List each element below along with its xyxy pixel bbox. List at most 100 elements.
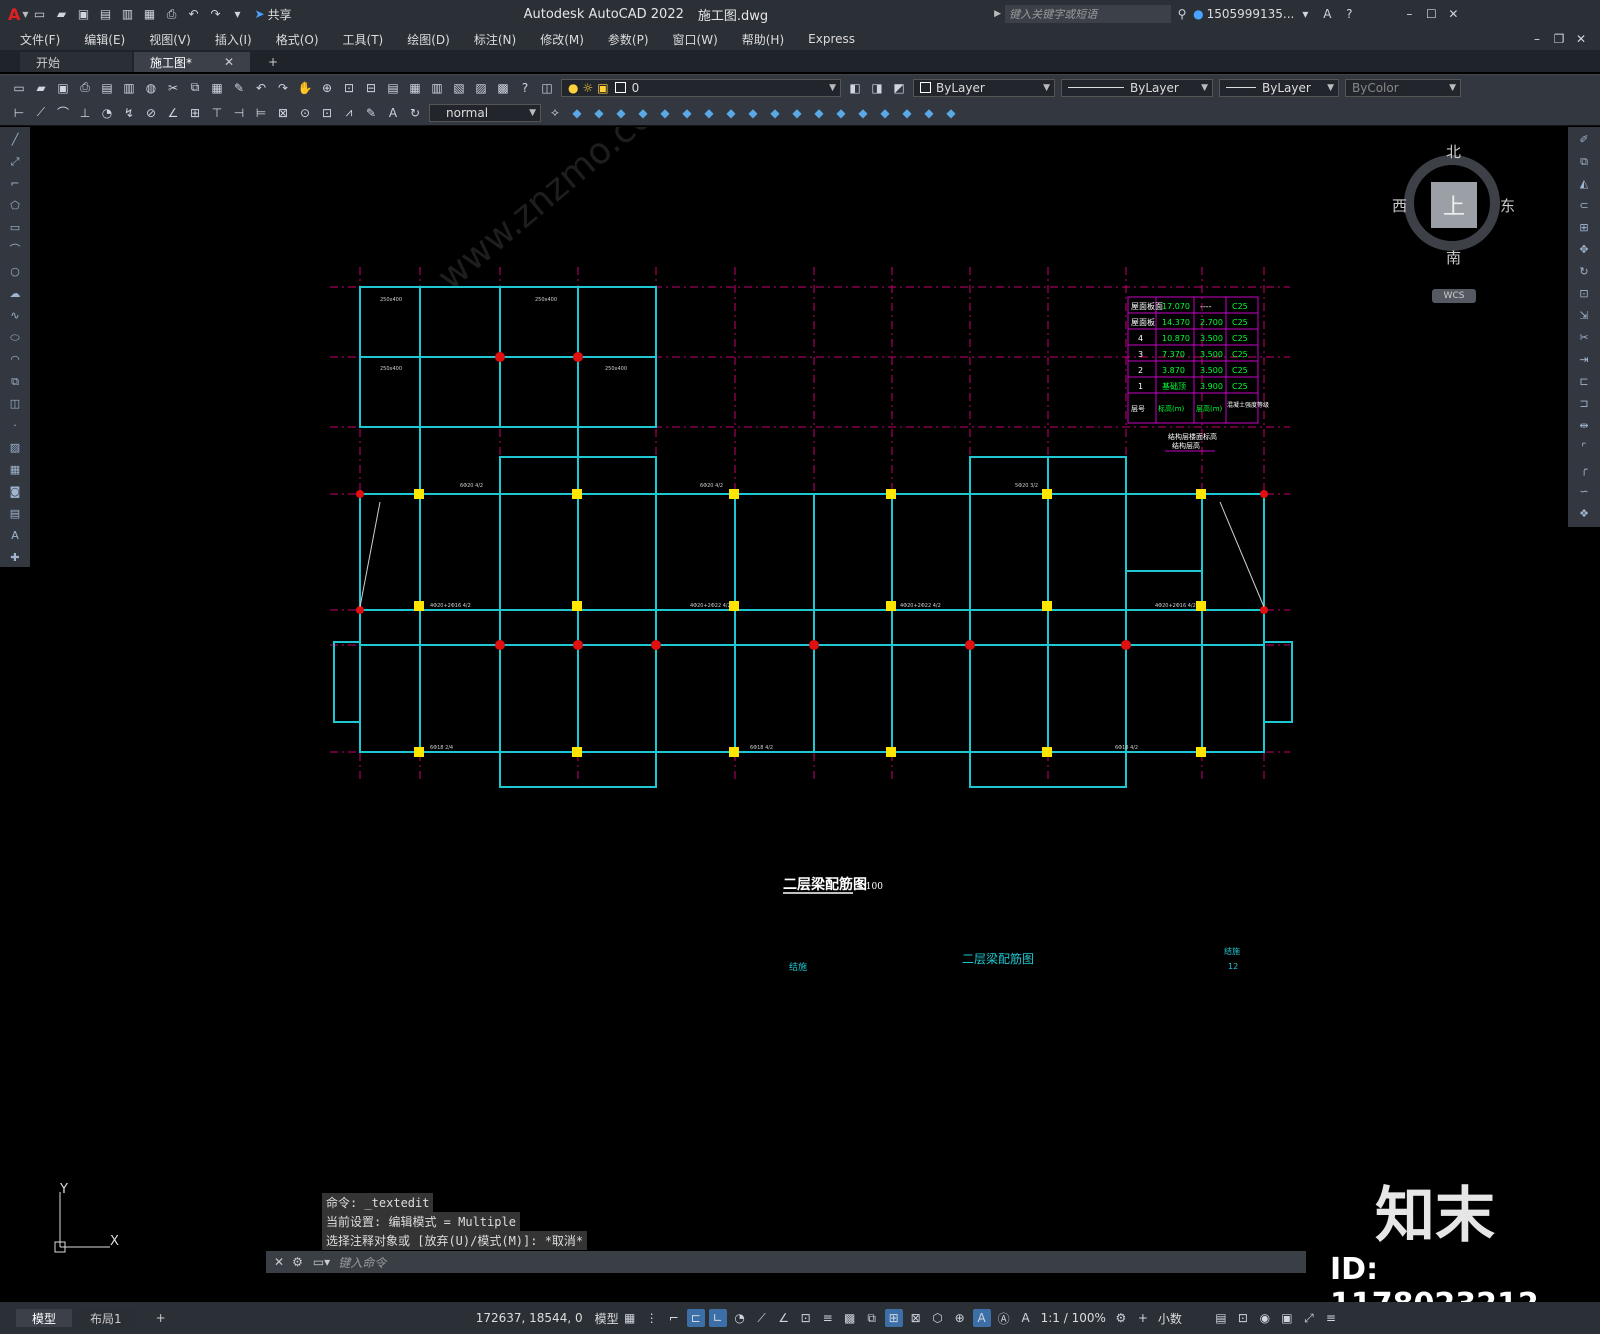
gradient-icon[interactable]: ▦: [6, 461, 24, 479]
model-space-viewport[interactable]: 250x400 250x400 250x400 250x400 6Φ20 4/2…: [30, 127, 1568, 1302]
view-3d-icon-7[interactable]: ◆: [700, 104, 718, 122]
transparency-icon[interactable]: ▩: [841, 1309, 859, 1327]
view-3d-icon-15[interactable]: ◆: [876, 104, 894, 122]
ortho-icon[interactable]: ∟: [708, 1309, 727, 1327]
view-3d-icon-5[interactable]: ◆: [656, 104, 674, 122]
explode-icon[interactable]: ❖: [1575, 505, 1593, 523]
markup-icon[interactable]: ▨: [472, 79, 490, 97]
gizmo-icon[interactable]: ⊕: [951, 1309, 969, 1327]
ellipse-arc-icon[interactable]: ◠: [6, 351, 24, 369]
isolate-objects-icon[interactable]: ◉: [1256, 1309, 1274, 1327]
dim-ordinate-icon[interactable]: ⊥: [76, 104, 94, 122]
inspect-icon[interactable]: ⊡: [318, 104, 336, 122]
layer-previous-icon[interactable]: ◨: [868, 79, 886, 97]
move-icon[interactable]: ✥: [1575, 241, 1593, 259]
menu-parametric[interactable]: 参数(P): [596, 31, 661, 48]
layer-lock-icon[interactable]: ▣: [597, 81, 608, 95]
preview-icon[interactable]: ▤: [98, 79, 116, 97]
share-button[interactable]: 共享: [268, 6, 292, 23]
menu-file[interactable]: 文件(F): [8, 31, 72, 48]
blend-icon[interactable]: ∽: [1575, 483, 1593, 501]
view-3d-icon-12[interactable]: ◆: [810, 104, 828, 122]
menu-help[interactable]: 帮助(H): [730, 31, 796, 48]
help-small-icon[interactable]: ?: [516, 79, 534, 97]
dim-radius-icon[interactable]: ◔: [98, 104, 116, 122]
auto-scale-icon[interactable]: Ⓐ: [995, 1309, 1013, 1327]
insert-block-icon[interactable]: ⧉: [6, 373, 24, 391]
pan-icon[interactable]: ✋: [296, 79, 314, 97]
isodraft-icon[interactable]: ⟋: [753, 1309, 771, 1327]
dim-style-icon[interactable]: ⟡: [546, 104, 564, 122]
point-icon[interactable]: ·: [6, 417, 24, 435]
jog-line-icon[interactable]: ⩘: [340, 104, 358, 122]
mtext-icon[interactable]: A: [6, 527, 24, 545]
arc-icon[interactable]: ⌒: [6, 241, 24, 259]
dim-text-edit-icon[interactable]: A: [384, 104, 402, 122]
3d-osnap-icon[interactable]: ⊞: [884, 1309, 903, 1327]
minimize-icon[interactable]: –: [1400, 5, 1418, 23]
layer-freeze-icon[interactable]: ☼: [582, 81, 593, 95]
menu-insert[interactable]: 插入(I): [203, 31, 264, 48]
design-center-icon[interactable]: ▦: [406, 79, 424, 97]
copy-object-icon[interactable]: ⧉: [1575, 153, 1593, 171]
web-icon[interactable]: ▦: [141, 5, 159, 23]
autocad-logo-icon[interactable]: A: [8, 5, 20, 24]
rotate-icon[interactable]: ↻: [1575, 263, 1593, 281]
view-3d-icon-6[interactable]: ◆: [678, 104, 696, 122]
view-3d-icon-14[interactable]: ◆: [854, 104, 872, 122]
lineweight-icon[interactable]: ≡: [819, 1309, 837, 1327]
dim-edit-icon[interactable]: ✎: [362, 104, 380, 122]
maximize-icon[interactable]: ☐: [1422, 5, 1440, 23]
add-selected-icon[interactable]: ✚: [6, 549, 24, 567]
save-as-icon[interactable]: ▤: [97, 5, 115, 23]
tolerance-icon[interactable]: ⊠: [274, 104, 292, 122]
undo-small-icon[interactable]: ↶: [252, 79, 270, 97]
selection-filter-icon[interactable]: ⬡: [929, 1309, 947, 1327]
menu-draw[interactable]: 绘图(D): [395, 31, 462, 48]
menu-edit[interactable]: 编辑(E): [72, 31, 137, 48]
fillet-icon[interactable]: ╭: [1575, 461, 1593, 479]
plot-icon[interactable]: ⎙: [163, 5, 181, 23]
view-3d-icon-10[interactable]: ◆: [766, 104, 784, 122]
tab-close-icon[interactable]: ✕: [224, 55, 234, 69]
command-input[interactable]: 键入命令: [338, 1254, 1306, 1271]
menu-express[interactable]: Express: [796, 32, 867, 46]
menu-view[interactable]: 视图(V): [137, 31, 203, 48]
polyline-icon[interactable]: ⌐: [6, 175, 24, 193]
circle-icon[interactable]: ○: [6, 263, 24, 281]
open-file-icon[interactable]: ▰: [53, 5, 71, 23]
view-3d-icon-13[interactable]: ◆: [832, 104, 850, 122]
save-small-icon[interactable]: ▣: [54, 79, 72, 97]
hardware-accel-icon[interactable]: ▣: [1278, 1309, 1296, 1327]
app-menu-arrow-icon[interactable]: ▼: [22, 10, 28, 19]
dim-continue-icon[interactable]: ⊣: [230, 104, 248, 122]
quick-dim-icon[interactable]: ⊞: [186, 104, 204, 122]
plotstyle-dropdown[interactable]: ByColor ▼: [1345, 78, 1461, 97]
share-icon[interactable]: ➤: [255, 7, 265, 21]
selection-cycling-icon[interactable]: ⧉: [863, 1309, 881, 1327]
compass-south[interactable]: 南: [1446, 247, 1461, 268]
spline-icon[interactable]: ∿: [6, 307, 24, 325]
command-close-icon[interactable]: ✕: [274, 1255, 284, 1269]
doc-restore-icon[interactable]: ❐: [1550, 30, 1568, 48]
viewcube-face-top[interactable]: 上: [1431, 182, 1477, 228]
dim-arc-icon[interactable]: ⌒: [54, 104, 72, 122]
osnap-tracking-icon[interactable]: ∠: [775, 1309, 793, 1327]
lineweight-dropdown[interactable]: ByLayer ▼: [1219, 78, 1339, 97]
zoom-window-icon[interactable]: ⊡: [340, 79, 358, 97]
menu-dimension[interactable]: 标注(N): [462, 31, 528, 48]
stretch-icon[interactable]: ⇲: [1575, 307, 1593, 325]
menu-modify[interactable]: 修改(M): [528, 31, 596, 48]
close-icon[interactable]: ✕: [1444, 5, 1462, 23]
erase-icon[interactable]: ✐: [1575, 131, 1593, 149]
layer-states-icon[interactable]: ◩: [890, 79, 908, 97]
hatch-icon[interactable]: ▨: [6, 439, 24, 457]
calculator-icon[interactable]: ▩: [494, 79, 512, 97]
dim-jogged-icon[interactable]: ↯: [120, 104, 138, 122]
lock-ui-icon[interactable]: ⊡: [1234, 1309, 1252, 1327]
join-icon[interactable]: ⇹: [1575, 417, 1593, 435]
tab-add-layout[interactable]: +: [140, 1309, 182, 1327]
coordinates[interactable]: 172637, 18544, 0: [476, 1311, 583, 1325]
polygon-icon[interactable]: ⬠: [6, 197, 24, 215]
properties-icon[interactable]: ▤: [384, 79, 402, 97]
